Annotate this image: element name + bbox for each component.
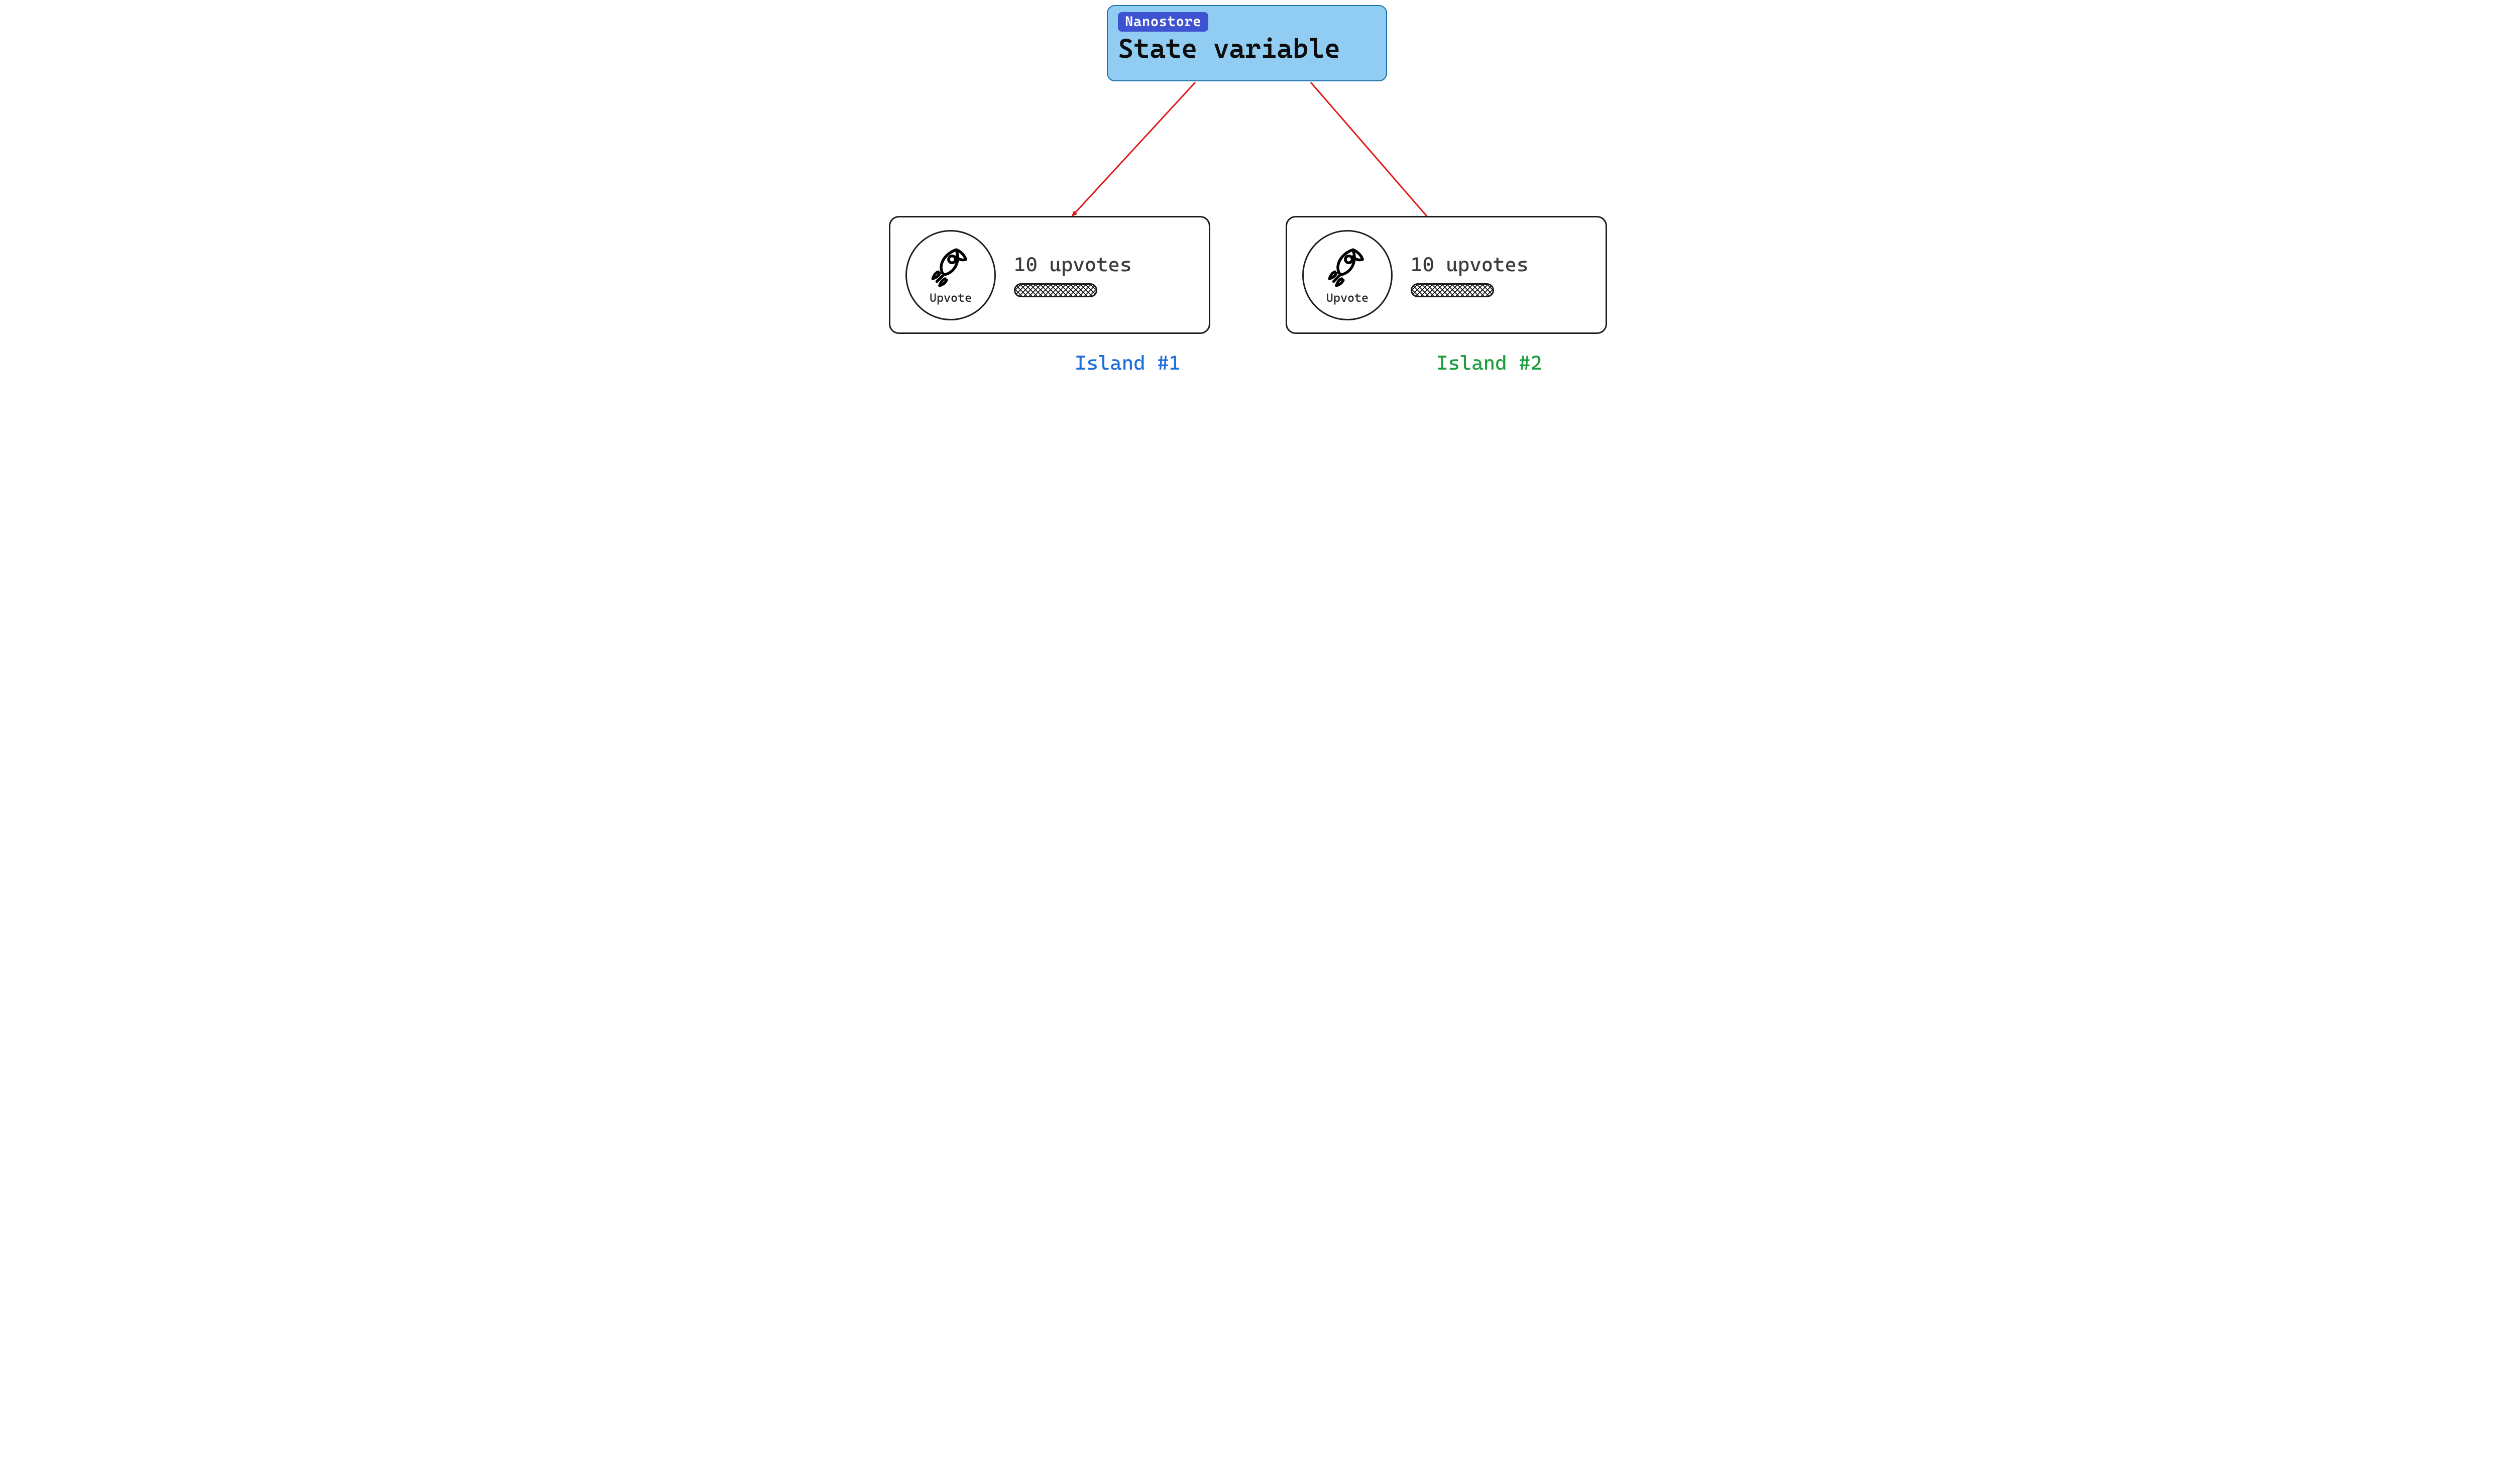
upvote-count-text: 10 upvotes xyxy=(1411,253,1528,276)
upvote-button[interactable]: Upvote xyxy=(905,230,996,320)
upvote-button-label: Upvote xyxy=(1326,291,1368,305)
upvote-button[interactable]: Upvote xyxy=(1302,230,1393,320)
upvote-count-text: 10 upvotes xyxy=(1014,253,1131,276)
island-info: 10 upvotes xyxy=(1411,253,1528,297)
arrow-to-island-1 xyxy=(1072,82,1195,216)
nanostore-badge: Nanostore xyxy=(1118,12,1208,32)
state-variable-box: Nanostore State variable xyxy=(1107,5,1387,81)
rocket-icon xyxy=(1325,246,1369,290)
island-card-1: Upvote 10 upvotes xyxy=(889,216,1210,334)
island-card-2: Upvote 10 upvotes xyxy=(1286,216,1607,334)
state-variable-title: State variable xyxy=(1118,35,1376,63)
redacted-bar xyxy=(1411,283,1494,297)
island-caption-1: Island #1 xyxy=(1075,352,1181,375)
island-info: 10 upvotes xyxy=(1014,253,1131,297)
diagram-canvas: Nanostore State variable Upvote 10 upvot… xyxy=(874,0,1637,392)
upvote-button-label: Upvote xyxy=(930,291,972,305)
rocket-icon xyxy=(929,246,973,290)
island-caption-2: Island #2 xyxy=(1436,352,1542,375)
redacted-bar xyxy=(1014,283,1097,297)
arrow-to-island-2 xyxy=(1311,82,1439,230)
